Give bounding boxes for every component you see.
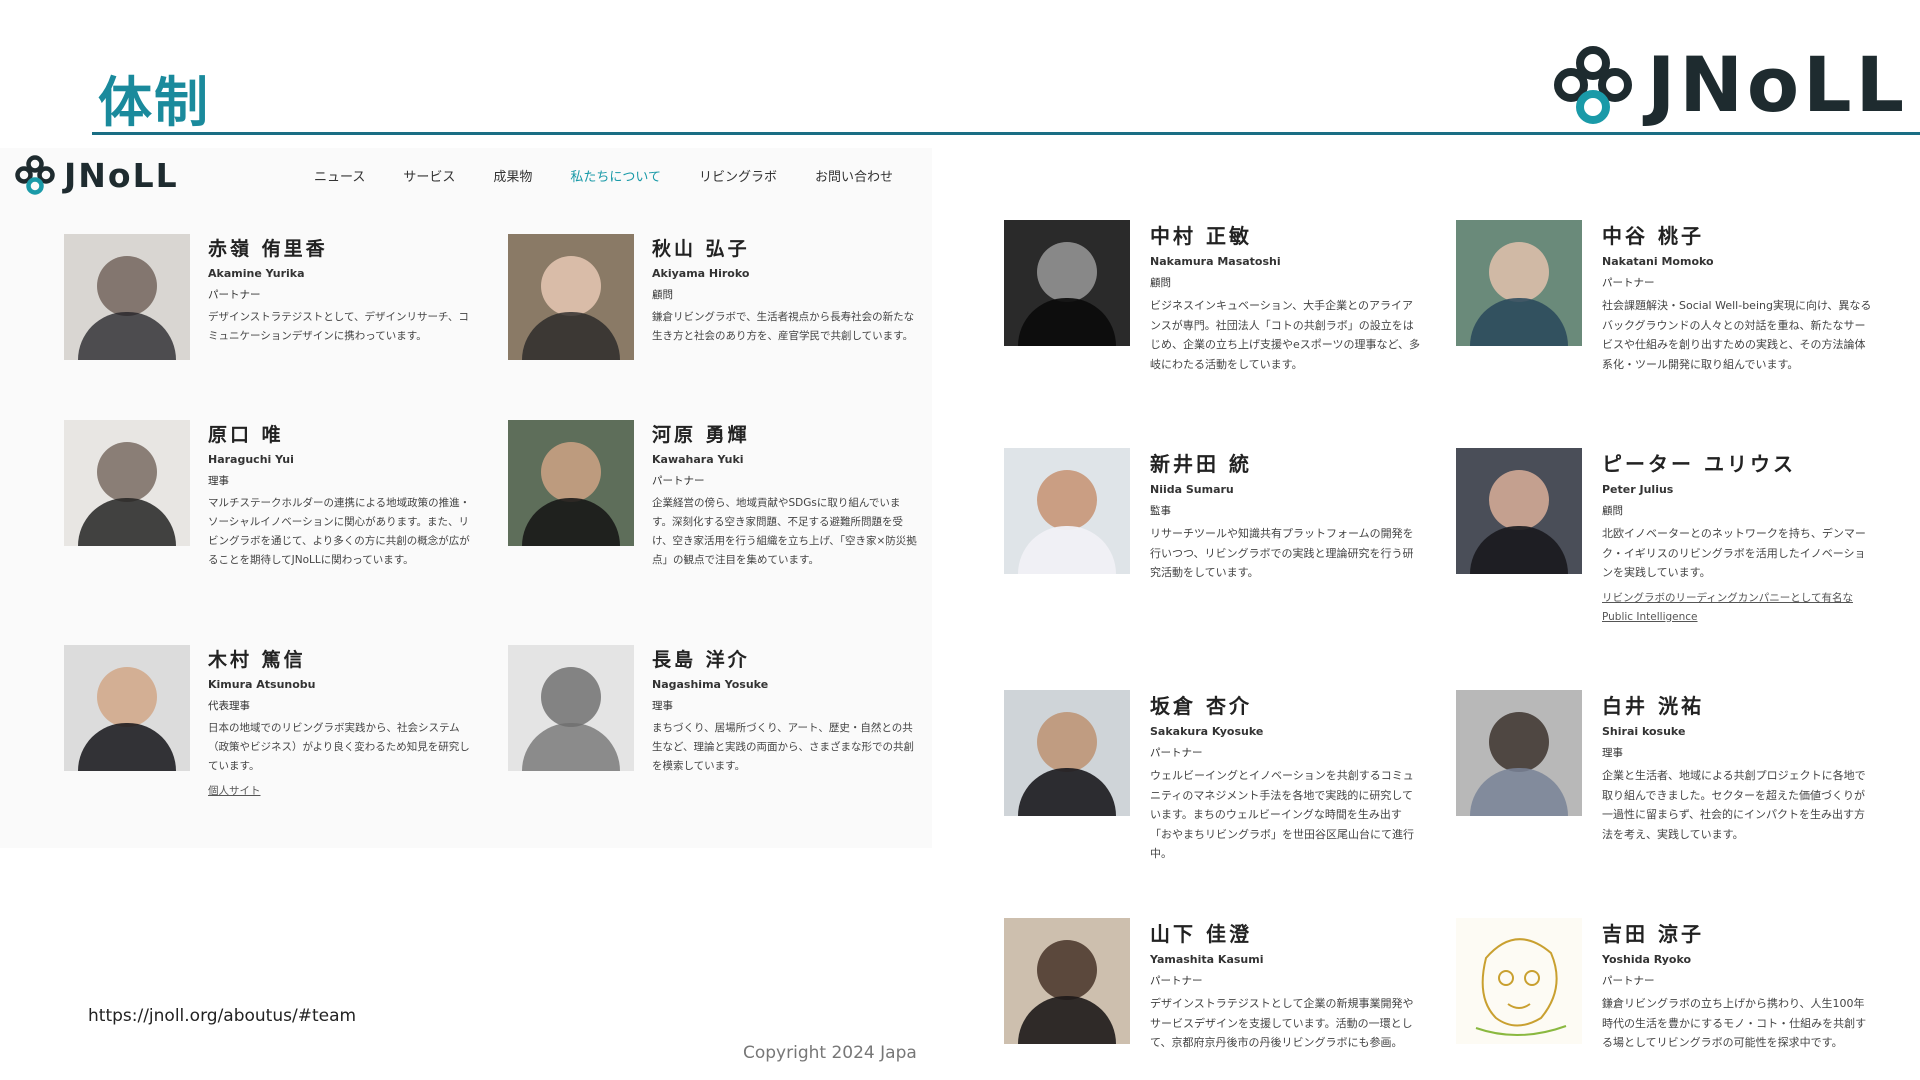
site-nav: ニュース サービス 成果物 私たちについて リビングラボ お問い合わせ xyxy=(314,166,931,185)
personal-site-link[interactable]: 個人サイト xyxy=(208,782,473,801)
face-sketch-icon xyxy=(1475,938,1567,1036)
nav-outputs[interactable]: 成果物 xyxy=(493,166,532,185)
website-screenshot-left: JNoLL ニュース サービス 成果物 私たちについて リビングラボ お問い合わ… xyxy=(0,148,932,848)
member-name: 秋山 弘子 xyxy=(652,238,750,260)
member-name: 中村 正敏 xyxy=(1150,224,1252,248)
member-description: ウェルビーイングとイノベーションを共創するコミュニティのマネジメント手法を各地で… xyxy=(1150,769,1414,860)
jnoll-logo-mark-icon xyxy=(15,155,55,195)
member-name: 坂倉 杏介 xyxy=(1150,694,1252,718)
member-name: 中谷 桃子 xyxy=(1602,224,1704,248)
member-role: 顧問 xyxy=(1150,277,1171,289)
member-description: まちづくり、居場所づくり、アート、歴史・自然との共生など、理論と実践の両面から、… xyxy=(652,722,914,772)
member-role: 理事 xyxy=(652,700,673,712)
member-role: 理事 xyxy=(208,475,229,487)
member-role: パートナー xyxy=(1602,277,1655,289)
member-photo xyxy=(64,420,190,546)
member-roman-name: Shirai kosuke xyxy=(1602,725,1686,738)
member-description: リサーチツールや知識共有プラットフォームの開発を行いつつ、リビングラボでの実践と… xyxy=(1150,527,1414,579)
title-divider xyxy=(92,132,1920,135)
member-roman-name: Nakamura Masatoshi xyxy=(1150,255,1281,268)
member-roman-name: Haraguchi Yui xyxy=(208,453,294,466)
nav-about-us[interactable]: 私たちについて xyxy=(570,166,661,185)
brand-logo: JNoLL xyxy=(1551,40,1908,129)
member-photo xyxy=(1456,690,1582,816)
member-description: 鎌倉リビングラボの立ち上げから携わり、人生100年時代の生活を豊かにするモノ・コ… xyxy=(1602,997,1867,1049)
member-name: 河原 勇輝 xyxy=(652,424,750,446)
member-role: パートナー xyxy=(652,475,705,487)
member-description: 企業経営の傍ら、地域貢献やSDGsに取り組んでいます。深刻化する空き家問題、不足… xyxy=(652,497,917,566)
member-role: 顧問 xyxy=(1602,505,1623,517)
public-intelligence-link[interactable]: リビングラボのリーディングカンパニーとして有名な Public Intellig… xyxy=(1602,589,1874,627)
member-name: 吉田 涼子 xyxy=(1602,922,1704,946)
member-role: 顧問 xyxy=(652,289,673,301)
member-roman-name: Nagashima Yosuke xyxy=(652,678,769,691)
member-role: 理事 xyxy=(1602,747,1623,759)
member-photo xyxy=(508,420,634,546)
nav-news[interactable]: ニュース xyxy=(314,166,365,185)
member-role: パートナー xyxy=(1150,975,1203,987)
member-photo xyxy=(1004,918,1130,1044)
member-name: 木村 篤信 xyxy=(208,649,306,671)
member-role: パートナー xyxy=(208,289,261,301)
member-name: 長島 洋介 xyxy=(652,649,750,671)
member-role: パートナー xyxy=(1150,747,1203,759)
jnoll-logo-mark-icon xyxy=(1554,45,1633,124)
member-roman-name: Akiyama Hiroko xyxy=(652,267,750,280)
member-roman-name: Yoshida Ryoko xyxy=(1602,953,1692,966)
member-name: 白井 洸祐 xyxy=(1602,694,1704,718)
copyright-text: Copyright 2024 Japa xyxy=(743,1043,917,1063)
member-description: 日本の地域でのリビングラボ実践から、社会システム（政策やビジネス）がより良く変わ… xyxy=(208,722,470,772)
member-photo xyxy=(1004,690,1130,816)
member-photo xyxy=(508,234,634,360)
member-photo xyxy=(64,645,190,771)
site-logo[interactable]: JNoLL xyxy=(14,154,179,196)
brand-wordmark: JNoLL xyxy=(1647,40,1908,129)
member-name: 原口 唯 xyxy=(208,424,284,446)
member-description: 鎌倉リビングラボで、生活者視点から長寿社会の新たな生き方と社会のあり方を、産官学… xyxy=(652,311,915,342)
member-description: ビジネスインキュベーション、大手企業とのアライアンスが専門。社団法人「コトの共創… xyxy=(1150,299,1420,371)
nav-services[interactable]: サービス xyxy=(403,166,455,185)
member-description: 社会課題解決・Social Well-being実現に向け、異なるバックグラウン… xyxy=(1602,299,1872,371)
member-role: 代表理事 xyxy=(208,700,250,712)
website-screenshot-right: 中村 正敏 Nakamura Masatoshi 顧問 ビジネスインキュベーショ… xyxy=(932,216,1920,1080)
member-roman-name: Sakakura Kyosuke xyxy=(1150,725,1264,738)
member-name: 赤嶺 侑里香 xyxy=(208,238,328,260)
member-photo xyxy=(1004,448,1130,574)
member-description: デザインストラテジストとして、デザインリサーチ、コミュニケーションデザインに携わ… xyxy=(208,311,469,342)
site-logo-word: JNoLL xyxy=(64,155,179,195)
member-roman-name: Akamine Yurika xyxy=(208,267,305,280)
member-roman-name: Kimura Atsunobu xyxy=(208,678,316,691)
member-description: マルチステークホルダーの連携による地域政策の推進・ソーシャルイノベーションに関心… xyxy=(208,497,471,566)
nav-living-lab[interactable]: リビングラボ xyxy=(699,166,777,185)
member-roman-name: Peter Julius xyxy=(1602,483,1674,496)
source-url: https://jnoll.org/aboutus/#team xyxy=(88,1006,357,1026)
member-name: 山下 佳澄 xyxy=(1150,922,1252,946)
nav-contact[interactable]: お問い合わせ xyxy=(815,166,893,185)
member-roman-name: Kawahara Yuki xyxy=(652,453,744,466)
member-description: デザインストラテジストとして企業の新規事業開発やサービスデザインを支援しています… xyxy=(1150,997,1414,1049)
site-header: JNoLL ニュース サービス 成果物 私たちについて リビングラボ お問い合わ… xyxy=(14,148,914,202)
member-photo xyxy=(508,645,634,771)
slide-title: 体制 xyxy=(98,71,210,134)
member-roman-name: Nakatani Momoko xyxy=(1602,255,1714,268)
member-name: ピーター ユリウス xyxy=(1602,452,1796,476)
member-photo xyxy=(1456,220,1582,346)
member-photo xyxy=(64,234,190,360)
member-photo xyxy=(1004,220,1130,346)
member-roman-name: Yamashita Kasumi xyxy=(1150,953,1264,966)
member-roman-name: Niida Sumaru xyxy=(1150,483,1234,496)
member-description: 企業と生活者、地域による共創プロジェクトに各地で取り組んできました。セクターを超… xyxy=(1602,769,1866,841)
member-photo xyxy=(1456,448,1582,574)
member-name: 新井田 統 xyxy=(1150,452,1252,476)
member-role: パートナー xyxy=(1602,975,1655,987)
member-description: 北欧イノベーターとのネットワークを持ち、デンマーク・イギリスのリビングラボを活用… xyxy=(1602,527,1866,579)
member-role: 監事 xyxy=(1150,505,1171,517)
member-illustration xyxy=(1456,918,1582,1044)
